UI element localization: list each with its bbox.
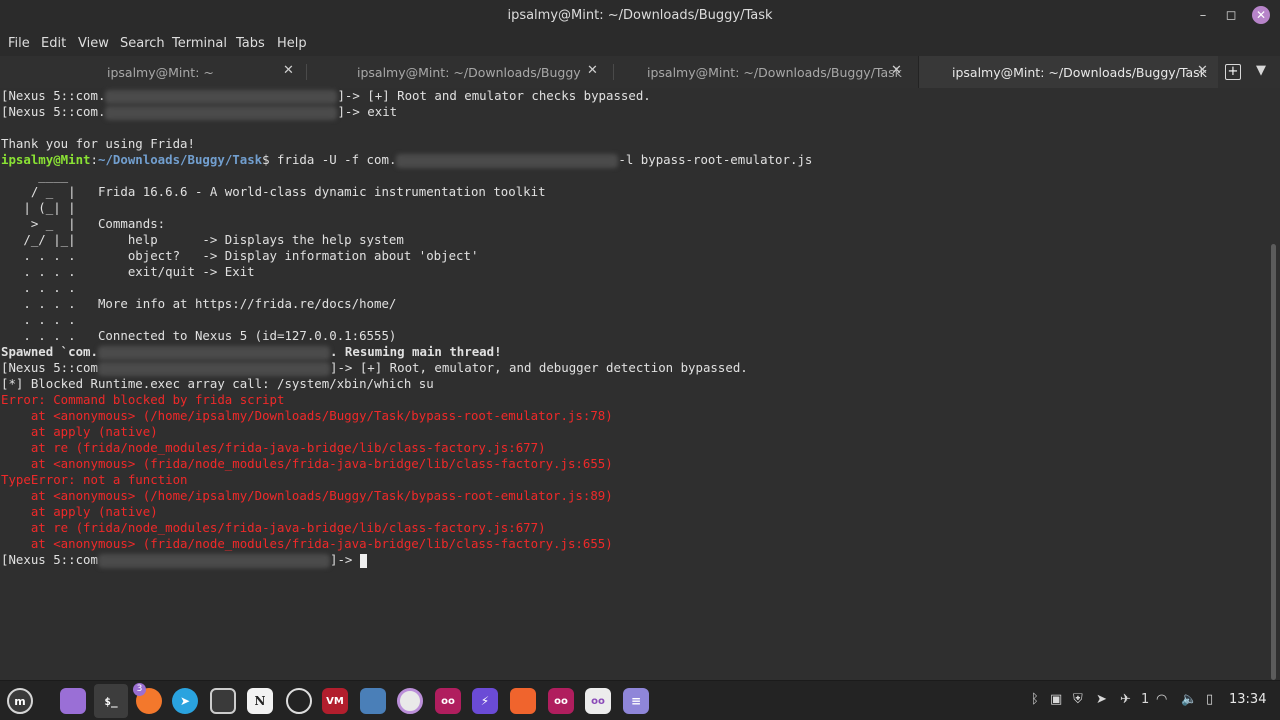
- error-line: Error: Command blocked by frida script: [1, 392, 285, 407]
- tab-label: ipsalmy@Mint: ~/Downloads/Buggy: [357, 65, 581, 80]
- discord-icon[interactable]: [210, 688, 236, 714]
- error-line: at apply (native): [1, 504, 158, 519]
- notification-count: 1: [1141, 692, 1150, 707]
- frida-logo: . . . .: [1, 312, 76, 327]
- frida-logo: | (_| |: [1, 200, 76, 215]
- app-icon[interactable]: oo: [585, 688, 611, 714]
- menu-edit[interactable]: Edit: [41, 36, 66, 51]
- shield-icon[interactable]: ⛨: [1073, 692, 1083, 707]
- tab-buggy[interactable]: ipsalmy@Mint: ~/Downloads/Buggy ✕: [307, 56, 613, 88]
- terminal-line: . . . . exit/quit -> Exit: [1, 264, 255, 279]
- chatgpt-icon[interactable]: [286, 688, 312, 714]
- mint-menu-icon[interactable]: m: [7, 688, 33, 714]
- error-line: at re (frida/node_modules/frida-java-bri…: [1, 520, 546, 535]
- redacted-package: [97, 361, 330, 376]
- window-controls: – ◻ ✕: [1196, 6, 1270, 24]
- terminal-line: [Nexus 5::com.]-> [+] Root and emulator …: [1, 88, 651, 104]
- app-icon[interactable]: oo: [548, 688, 574, 714]
- redacted-package: [97, 345, 330, 360]
- tab-label: ipsalmy@Mint: ~/Downloads/Buggy/Task: [647, 65, 902, 80]
- notes-icon[interactable]: ≡: [623, 688, 649, 714]
- terminal-line: /_/ |_| help -> Displays the help system: [1, 232, 404, 247]
- terminal-line: [Nexus 5::com.]-> exit: [1, 104, 398, 120]
- error-line: at apply (native): [1, 424, 158, 439]
- bluetooth-icon[interactable]: ᛒ: [1031, 692, 1039, 707]
- minimize-icon[interactable]: –: [1196, 8, 1210, 23]
- redacted-package: [396, 153, 619, 168]
- shell-prompt: ipsalmy@Mint:~/Downloads/Buggy/Task$ fri…: [1, 152, 813, 168]
- battery-icon[interactable]: ▯: [1206, 692, 1213, 707]
- virtualbox-manager-icon[interactable]: VM: [322, 688, 348, 714]
- terminal-line: > _ | Commands:: [1, 216, 166, 231]
- brave-icon[interactable]: [510, 688, 536, 714]
- app-icon[interactable]: [397, 688, 423, 714]
- error-line: at <anonymous> (/home/ipsalmy/Downloads/…: [1, 488, 613, 503]
- text-cursor: [359, 553, 367, 568]
- terminal-line: [Nexus 5::com]-> [+] Root, emulator, and…: [1, 360, 748, 376]
- menu-search[interactable]: Search: [120, 36, 165, 51]
- tab-close-icon[interactable]: ✕: [1197, 63, 1208, 78]
- redacted-package: [97, 553, 330, 568]
- notification-badge: 3: [133, 683, 146, 696]
- error-line: at <anonymous> (/home/ipsalmy/Downloads/…: [1, 408, 613, 423]
- tab-label: ipsalmy@Mint: ~/Downloads/Buggy/Task: [952, 65, 1207, 80]
- redacted-package: [105, 105, 338, 120]
- menu-help[interactable]: Help: [277, 36, 307, 51]
- tab-home[interactable]: ipsalmy@Mint: ~ ✕: [0, 56, 306, 88]
- menu-terminal[interactable]: Terminal: [172, 36, 227, 51]
- app-icon[interactable]: oo: [435, 688, 461, 714]
- tab-task[interactable]: ipsalmy@Mint: ~/Downloads/Buggy/Task ✕: [614, 56, 918, 88]
- virtualbox-icon[interactable]: [360, 688, 386, 714]
- tab-task-active[interactable]: ipsalmy@Mint: ~/Downloads/Buggy/Task ✕: [918, 56, 1218, 88]
- redacted-package: [105, 89, 338, 104]
- clock[interactable]: 13:34: [1229, 692, 1266, 707]
- scrollbar-thumb[interactable]: [1271, 244, 1276, 680]
- taskbar: m $_ ➤ N VM oo ⚡ oo oo ≡: [0, 680, 1280, 720]
- maximize-icon[interactable]: ◻: [1224, 8, 1238, 23]
- folder-icon[interactable]: [60, 688, 86, 714]
- error-line: at <anonymous> (frida/node_modules/frida…: [1, 456, 613, 471]
- terminal-output[interactable]: [Nexus 5::com.]-> [+] Root and emulator …: [0, 88, 1268, 680]
- title-bar: ipsalmy@Mint: ~/Downloads/Buggy/Task – ◻…: [0, 0, 1280, 32]
- notion-icon[interactable]: N: [247, 688, 273, 714]
- clipboard-icon[interactable]: ▣: [1050, 692, 1062, 707]
- terminal-icon[interactable]: $_: [94, 684, 128, 718]
- tab-close-icon[interactable]: ✕: [891, 63, 902, 78]
- terminal-line: Spawned `com.. Resuming main thread!: [1, 344, 502, 360]
- terminal-scrollbar[interactable]: [1268, 88, 1280, 680]
- terminal-line: . . . . object? -> Display information a…: [1, 248, 479, 263]
- terminal-line: [*] Blocked Runtime.exec array call: /sy…: [1, 376, 434, 391]
- terminal-line: Thank you for using Frida!: [1, 136, 195, 151]
- tab-close-icon[interactable]: ✕: [283, 63, 294, 78]
- menu-file[interactable]: File: [8, 36, 30, 51]
- telegram-tray-icon[interactable]: ➤: [1096, 692, 1107, 707]
- tab-close-icon[interactable]: ✕: [587, 63, 598, 78]
- tab-label: ipsalmy@Mint: ~: [107, 65, 214, 80]
- bolt-icon[interactable]: ⚡: [472, 688, 498, 714]
- error-line: TypeError: not a function: [1, 472, 188, 487]
- wifi-icon[interactable]: ◠: [1156, 692, 1167, 707]
- error-line: at re (frida/node_modules/frida-java-bri…: [1, 440, 546, 455]
- window-title: ipsalmy@Mint: ~/Downloads/Buggy/Task: [507, 8, 773, 23]
- terminal-line: / _ | Frida 16.6.6 - A world-class dynam…: [1, 184, 546, 199]
- volume-icon[interactable]: 🔈: [1181, 692, 1197, 707]
- menu-view[interactable]: View: [78, 36, 109, 51]
- tab-bar: ipsalmy@Mint: ~ ✕ ipsalmy@Mint: ~/Downlo…: [0, 56, 1280, 89]
- terminal-line: . . . . Connected to Nexus 5 (id=127.0.0…: [1, 328, 397, 343]
- close-icon[interactable]: ✕: [1252, 6, 1270, 24]
- chevron-down-icon[interactable]: ▼: [1256, 63, 1266, 78]
- frida-prompt: [Nexus 5::com]->: [1, 552, 367, 568]
- frida-logo: . . . .: [1, 280, 76, 295]
- menu-bar: File Edit View Search Terminal Tabs Help: [0, 32, 1280, 56]
- notification-icon[interactable]: ✈: [1120, 692, 1131, 707]
- error-line: at <anonymous> (frida/node_modules/frida…: [1, 536, 613, 551]
- new-tab-icon[interactable]: +: [1225, 64, 1241, 80]
- telegram-icon[interactable]: ➤: [172, 688, 198, 714]
- terminal-line: . . . . More info at https://frida.re/do…: [1, 296, 397, 311]
- frida-logo: ____: [1, 168, 69, 183]
- menu-tabs[interactable]: Tabs: [236, 36, 265, 51]
